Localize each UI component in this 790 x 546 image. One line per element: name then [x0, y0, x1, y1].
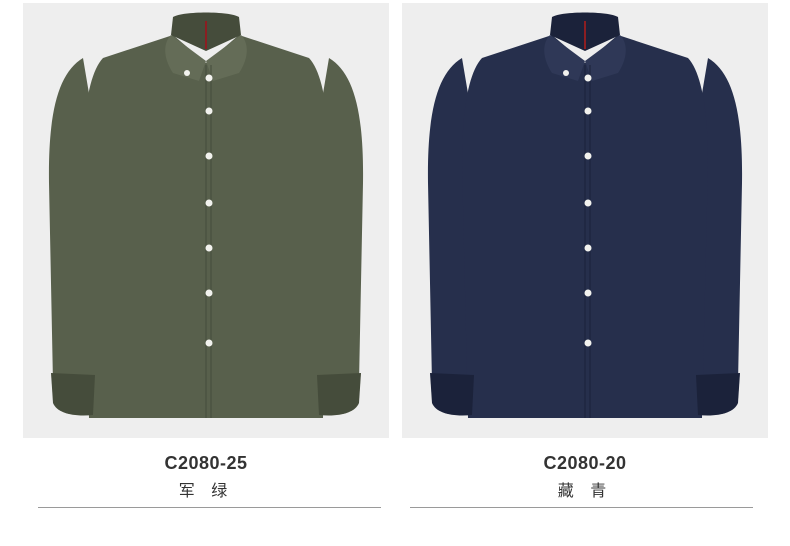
product-image-navy[interactable] — [402, 3, 768, 438]
product-color-name: 军 绿 — [178, 483, 234, 500]
product-code: C2080-20 — [543, 453, 627, 473]
product-color-name: 藏 青 — [557, 483, 613, 500]
product-code: C2080-25 — [164, 453, 248, 473]
divider-left — [38, 507, 381, 508]
product-card-army-green[interactable]: C2080-25 军 绿 — [23, 0, 389, 546]
product-image-army-green[interactable] — [23, 3, 389, 438]
shirt-illustration — [427, 12, 743, 418]
divider-right — [410, 507, 753, 508]
shirt-illustration — [48, 12, 364, 418]
product-card-navy[interactable]: C2080-20 藏 青 — [402, 0, 768, 546]
